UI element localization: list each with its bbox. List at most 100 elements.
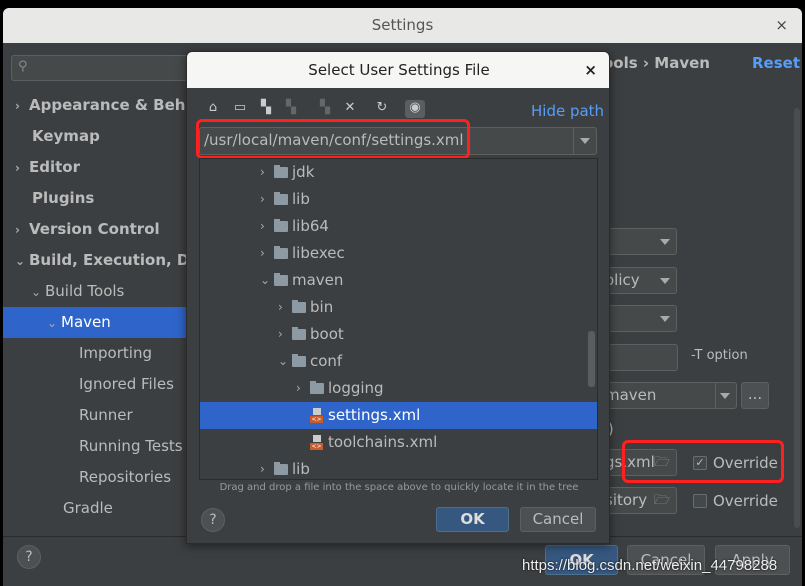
folder-icon: [274, 192, 288, 205]
tree-row[interactable]: ⌄ maven: [200, 267, 597, 294]
override-repository-checkbox[interactable]: [693, 494, 707, 508]
checksum-policy-dropdown[interactable]: olicy: [600, 267, 677, 294]
delete-icon[interactable]: ✕: [342, 100, 358, 118]
tree-row[interactable]: › libexec: [200, 240, 597, 267]
sidebar-item[interactable]: Keymap: [3, 121, 190, 152]
search-icon: ⚲: [18, 59, 28, 74]
sidebar-item-label: Plugins: [32, 189, 95, 207]
drag-drop-hint: Drag and drop a file into the space abov…: [219, 482, 579, 493]
show-hidden-icon[interactable]: ◉: [405, 100, 425, 118]
help-button[interactable]: ?: [17, 545, 41, 569]
chevron-down-icon[interactable]: ⌄: [31, 277, 45, 307]
dropdown[interactable]: [600, 305, 677, 332]
refresh-icon[interactable]: ↻: [374, 100, 390, 118]
folder-icon: [274, 273, 288, 286]
tree-row[interactable]: › logging: [200, 375, 597, 402]
chevron-right-icon[interactable]: ›: [260, 456, 265, 479]
chevron-right-icon[interactable]: ›: [15, 153, 29, 183]
home-icon[interactable]: ⌂: [205, 100, 221, 118]
xml-file-icon: <>: [310, 408, 323, 423]
desktop-icon[interactable]: ▭: [232, 100, 248, 118]
sidebar-item[interactable]: Runner: [3, 400, 190, 431]
tree-scrollbar[interactable]: [588, 331, 595, 387]
chevron-right-icon[interactable]: ›: [260, 213, 265, 240]
project-folder-icon[interactable]: ▚: [283, 100, 299, 118]
tree-row[interactable]: <> toolchains.xml: [200, 429, 597, 456]
reset-link[interactable]: Reset: [752, 54, 800, 72]
chevron-right-icon[interactable]: ›: [15, 91, 29, 121]
sidebar-item-label: Keymap: [32, 127, 100, 145]
sidebar-item[interactable]: ⌄ Maven: [3, 307, 190, 338]
sidebar-item-label: Build Tools: [45, 282, 125, 300]
dialog-cancel-button[interactable]: Cancel: [520, 507, 596, 532]
threads-input[interactable]: [600, 344, 678, 371]
dialog-help-button[interactable]: ?: [201, 508, 225, 532]
tree-row-label: toolchains.xml: [328, 433, 438, 451]
chevron-right-icon[interactable]: ›: [15, 215, 29, 245]
file-tree[interactable]: › jdk › lib › lib64 › libexec ⌄ maven › bin › boot ⌄ co…: [199, 158, 598, 480]
sidebar-item[interactable]: › Version Control: [3, 214, 190, 245]
sidebar-item-label: Editor: [29, 158, 80, 176]
tree-row-label: jdk: [292, 163, 315, 181]
tree-row[interactable]: › lib: [200, 186, 597, 213]
sidebar-item-label: Ignored Files: [79, 375, 174, 393]
maven-home-combobox[interactable]: maven: [600, 382, 737, 409]
dialog-ok-button[interactable]: OK: [436, 507, 509, 532]
sidebar-item[interactable]: › Editor: [3, 152, 190, 183]
tree-row[interactable]: › bin: [200, 294, 597, 321]
sidebar-item-label: Gradle: [63, 499, 113, 517]
sidebar-item[interactable]: Ignored Files: [3, 369, 190, 400]
chevron-right-icon[interactable]: ›: [260, 186, 265, 213]
folder-icon: [274, 246, 288, 259]
input-value: sitory: [605, 491, 648, 509]
sidebar-item[interactable]: Plugins: [3, 183, 190, 214]
highlight-box: [196, 119, 470, 159]
sidebar-item[interactable]: ⌄ Build Tools: [3, 276, 190, 307]
chevron-down-icon[interactable]: ⌄: [15, 246, 29, 276]
folder-icon: [292, 327, 306, 340]
sidebar-item-label: Running Tests: [79, 437, 183, 455]
sidebar-item[interactable]: ›Appearance & Behavior: [3, 90, 190, 121]
tree-row-label: lib: [292, 460, 310, 478]
chevron-down-icon[interactable]: ⌄: [278, 348, 288, 375]
chevron-right-icon[interactable]: ›: [278, 294, 283, 321]
folder-icon: [292, 354, 306, 367]
chevron-right-icon[interactable]: ›: [278, 321, 283, 348]
tree-row[interactable]: › jdk: [200, 159, 597, 186]
browse-button[interactable]: ...: [741, 382, 769, 409]
sidebar-item[interactable]: ⌄Build, Execution, Deployment: [3, 245, 190, 276]
module-folder-icon[interactable]: ▚: [317, 100, 333, 118]
sidebar-item[interactable]: Running Tests: [3, 431, 190, 462]
chevron-right-icon[interactable]: ›: [296, 375, 301, 402]
sidebar-item-label: Build, Execution, Deployment: [29, 251, 190, 269]
close-icon[interactable]: ×: [775, 8, 788, 43]
hide-path-link[interactable]: Hide path: [531, 102, 604, 120]
tree-row-label: libexec: [292, 244, 345, 262]
tree-row-label: boot: [310, 325, 344, 343]
folder-icon: [310, 381, 324, 394]
chevron-right-icon[interactable]: ›: [260, 159, 265, 186]
dropdown[interactable]: [600, 228, 677, 255]
chevron-down-icon[interactable]: ⌄: [260, 267, 270, 294]
local-repository-input[interactable]: sitory 🗁: [600, 487, 677, 514]
scrollbar[interactable]: [794, 108, 800, 528]
tree-row[interactable]: › lib: [200, 456, 597, 479]
tree-row[interactable]: ⌄ conf: [200, 348, 597, 375]
tree-row[interactable]: <> settings.xml: [200, 402, 597, 429]
folder-icon[interactable]: 🗁: [654, 488, 670, 513]
sidebar-item[interactable]: Importing: [3, 338, 190, 369]
folder-icon: [292, 300, 306, 313]
xml-file-icon: <>: [310, 435, 323, 450]
tree-row[interactable]: › boot: [200, 321, 597, 348]
new-folder-icon[interactable]: ▚: [258, 100, 274, 118]
window-title: Settings: [3, 8, 802, 43]
dialog-close-icon[interactable]: ×: [584, 52, 597, 88]
sidebar-item-label: Maven: [61, 313, 111, 331]
chevron-right-icon[interactable]: ›: [260, 240, 265, 267]
chevron-down-icon[interactable]: ⌄: [47, 308, 61, 338]
sidebar-item[interactable]: Repositories: [3, 462, 190, 493]
tree-row[interactable]: › lib64: [200, 213, 597, 240]
select-file-dialog: Select User Settings File × ⌂ ▭ ▚ ▚ ▚ ✕ …: [186, 51, 610, 544]
sidebar-item[interactable]: Gradle: [3, 493, 190, 524]
override-repository-label: Override: [713, 492, 778, 510]
